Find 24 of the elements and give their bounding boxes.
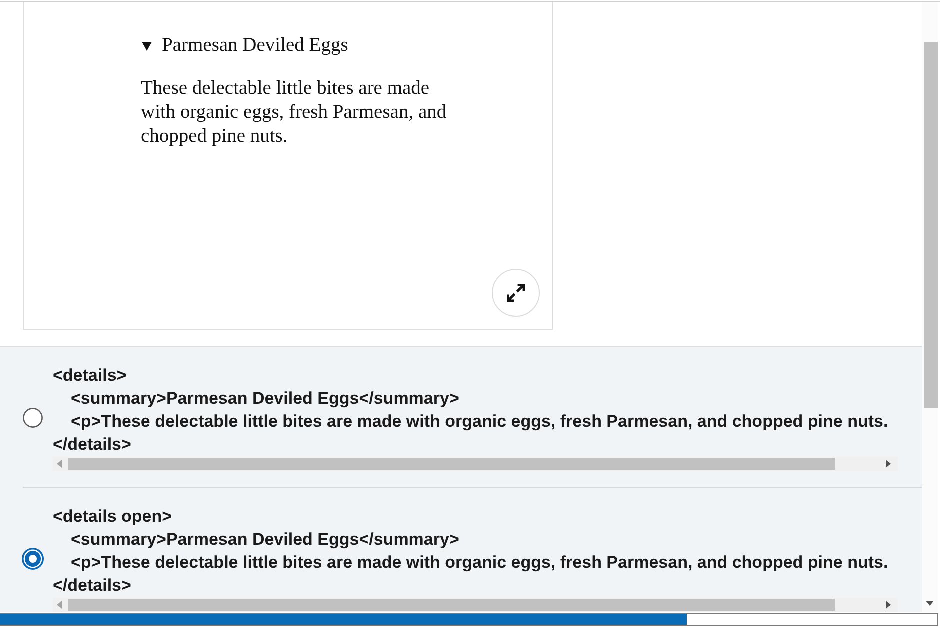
- expand-icon: [507, 284, 525, 302]
- code-line: <details open>: [53, 506, 174, 528]
- scroll-left-arrow-icon[interactable]: [57, 460, 62, 468]
- scroll-right-arrow-icon[interactable]: [886, 460, 891, 468]
- horizontal-scrollbar[interactable]: [53, 457, 898, 471]
- radio-button[interactable]: [22, 406, 44, 428]
- details-paragraph: These delectable little bites are made with organic eggs, fresh Parmesan, and chopped pine nuts.: [141, 77, 448, 149]
- details-summary[interactable]: Parmesan Deviled Eggs: [141, 34, 348, 58]
- vertical-scrollbar[interactable]: [922, 2, 938, 612]
- code-line: <summary>Parmesan Deviled Eggs</summary>: [71, 388, 460, 410]
- scroll-right-arrow-icon[interactable]: [886, 601, 891, 609]
- horizontal-scrollbar[interactable]: [53, 598, 898, 612]
- code-line: <summary>Parmesan Deviled Eggs</summary>: [71, 529, 460, 551]
- fullscreen-button[interactable]: [492, 269, 540, 317]
- scrollbar-thumb[interactable]: [68, 458, 835, 470]
- scrollbar-thumb[interactable]: [924, 42, 938, 408]
- code-line: <p>These delectable little bites are made with organic eggs, fresh Parmesan, and chopped pine nuts.: [71, 552, 890, 574]
- scroll-down-arrow-icon[interactable]: [926, 601, 934, 606]
- code-line: <details>: [53, 365, 128, 387]
- code-line: <p>These delectable little bites are made with organic eggs, fresh Parmesan, and chopped pine nuts.: [71, 411, 890, 433]
- code-line: </details>: [53, 575, 132, 597]
- scroll-left-arrow-icon[interactable]: [57, 601, 62, 609]
- code-line: </details>: [53, 434, 132, 456]
- scrollbar-thumb[interactable]: [68, 599, 835, 611]
